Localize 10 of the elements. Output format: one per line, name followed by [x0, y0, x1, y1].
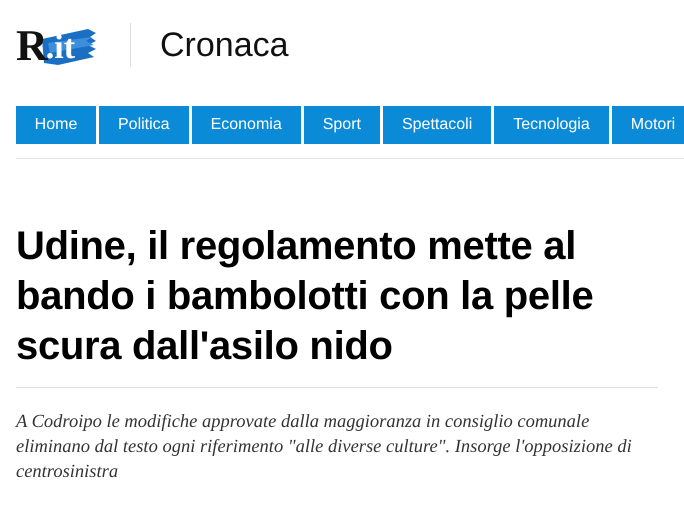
nav-tab[interactable]: Politica [99, 106, 189, 144]
nav-tab[interactable]: Economia [192, 106, 301, 144]
nav-tab[interactable]: Home [16, 106, 96, 144]
article-summary: A Codroipo le modifiche approvate dalla maggioranza in consiglio comunale eliminano dal testo ogni riferimento "alle diverse culture". Insorge l'opposizione di centrosinistra [16, 411, 633, 484]
section-title: Cronaca [160, 26, 289, 64]
article-headline: Udine, il regolamento mette al bando i bambolotti con la pelle scura dall'asilo nido [16, 223, 594, 370]
nav-tab[interactable]: Tecnologia [494, 106, 609, 144]
nav-tab[interactable]: Spettacoli [382, 106, 492, 144]
nav-tab[interactable]: Motori [612, 106, 684, 144]
nav-tab[interactable]: Sport [304, 106, 380, 144]
